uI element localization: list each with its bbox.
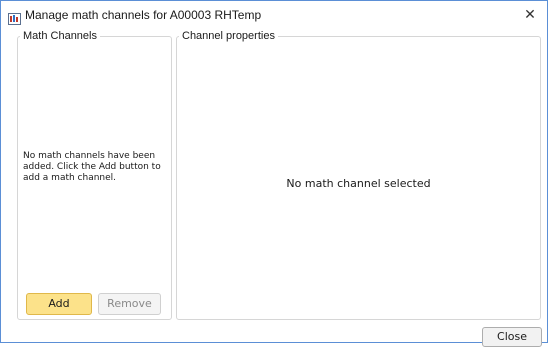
no-selection-message: No math channel selected bbox=[286, 177, 431, 190]
close-button[interactable]: Close bbox=[482, 327, 542, 347]
remove-button[interactable]: Remove bbox=[98, 293, 161, 315]
manage-math-channels-dialog: Manage math channels for A00003 RHTemp ✕… bbox=[0, 0, 548, 347]
add-button[interactable]: Add bbox=[26, 293, 92, 315]
math-channels-empty-message: No math channels have been added. Click … bbox=[23, 151, 161, 183]
app-icon bbox=[8, 10, 21, 25]
channel-properties-group: Channel properties bbox=[176, 30, 541, 320]
close-icon[interactable]: ✕ bbox=[519, 5, 541, 25]
window-title: Manage math channels for A00003 RHTemp bbox=[25, 8, 262, 22]
math-channels-legend: Math Channels bbox=[23, 30, 97, 42]
channel-properties-legend: Channel properties bbox=[182, 30, 275, 42]
title-bar[interactable]: Manage math channels for A00003 RHTemp ✕ bbox=[1, 1, 547, 31]
